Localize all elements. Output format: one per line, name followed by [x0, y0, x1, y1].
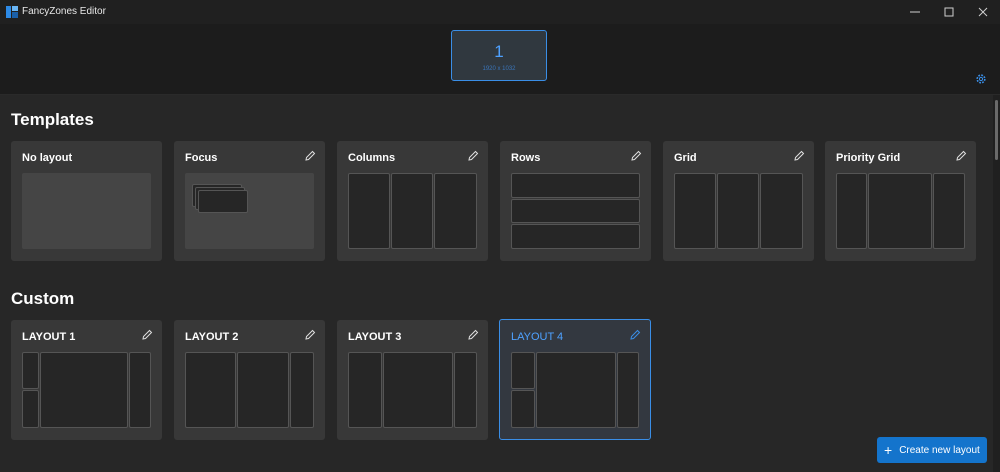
template-card-rows[interactable]: Rows — [500, 141, 651, 261]
layout-preview — [22, 173, 151, 249]
pencil-icon[interactable] — [467, 329, 479, 341]
minimize-button[interactable] — [898, 0, 932, 24]
close-button[interactable] — [966, 0, 1000, 24]
card-title: LAYOUT 3 — [348, 331, 402, 343]
pencil-icon[interactable] — [630, 150, 642, 162]
template-card-grid[interactable]: Grid — [663, 141, 814, 261]
custom-card-layout-3[interactable]: LAYOUT 3 — [337, 320, 488, 440]
monitor-1-button[interactable]: 1 1920 x 1032 — [451, 30, 547, 81]
plus-icon: + — [884, 442, 893, 458]
close-icon — [978, 7, 988, 17]
card-title: No layout — [22, 152, 73, 164]
pencil-icon[interactable] — [467, 150, 479, 162]
window-title: FancyZones Editor — [22, 6, 106, 17]
pencil-icon[interactable] — [955, 150, 967, 162]
card-title: LAYOUT 2 — [185, 331, 239, 343]
card-title: Columns — [348, 152, 396, 164]
card-title: Rows — [511, 152, 541, 164]
card-title: Focus — [185, 152, 218, 164]
maximize-button[interactable] — [932, 0, 966, 24]
maximize-icon — [944, 7, 954, 17]
pencil-icon[interactable] — [304, 150, 316, 162]
card-title: Priority Grid — [836, 152, 901, 164]
card-title: Grid — [674, 152, 697, 164]
layout-preview — [511, 173, 640, 249]
custom-card-layout-4[interactable]: LAYOUT 4 — [499, 319, 651, 440]
template-card-focus[interactable]: Focus — [174, 141, 325, 261]
layout-preview — [185, 173, 314, 249]
pencil-icon[interactable] — [304, 329, 316, 341]
title-bar: FancyZones Editor — [0, 0, 1000, 24]
templates-heading: Templates — [11, 110, 94, 129]
card-title: LAYOUT 1 — [22, 331, 76, 343]
monitor-number: 1 — [494, 42, 504, 61]
layout-preview — [511, 352, 640, 428]
layout-preview — [185, 352, 314, 428]
layout-preview — [674, 173, 803, 249]
template-card-priority-grid[interactable]: Priority Grid — [825, 141, 976, 261]
template-card-columns[interactable]: Columns — [337, 141, 488, 261]
scrollbar-thumb[interactable] — [995, 100, 998, 160]
create-new-layout-label: Create new layout — [899, 444, 980, 456]
create-new-layout-button[interactable]: + Create new layout — [877, 437, 987, 463]
custom-card-layout-1[interactable]: LAYOUT 1 — [11, 320, 162, 440]
pencil-icon[interactable] — [141, 329, 153, 341]
card-title: LAYOUT 4 — [511, 331, 564, 343]
pencil-icon[interactable] — [629, 329, 641, 341]
custom-card-layout-2[interactable]: LAYOUT 2 — [174, 320, 325, 440]
monitor-resolution: 1920 x 1032 — [482, 66, 516, 72]
fancyzones-icon — [6, 6, 18, 18]
layout-preview — [348, 173, 477, 249]
custom-heading: Custom — [11, 289, 75, 308]
layout-preview — [348, 352, 477, 428]
template-card-no-layout[interactable]: No layout — [11, 141, 162, 261]
layout-preview — [836, 173, 965, 249]
minimize-icon — [910, 11, 920, 13]
pencil-icon[interactable] — [793, 150, 805, 162]
gear-icon[interactable] — [975, 73, 987, 85]
layout-preview — [22, 352, 151, 428]
